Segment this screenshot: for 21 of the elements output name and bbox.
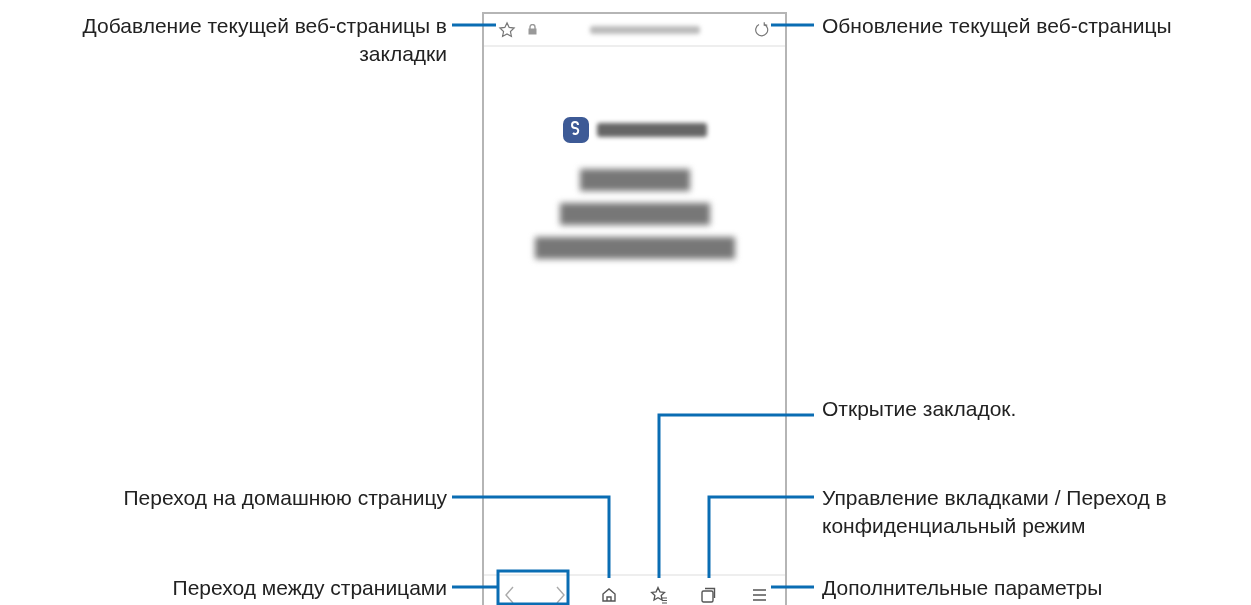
leader-line xyxy=(771,585,814,589)
refresh-icon[interactable] xyxy=(753,20,771,39)
leader-line xyxy=(452,23,496,27)
callout-label: Открытие закладок. xyxy=(822,396,1018,422)
callout-label: Добавление текущей веб-страницы в закладки xyxy=(81,13,447,67)
leader-line xyxy=(452,585,497,589)
callout-label: Переход между страницами xyxy=(171,575,447,601)
forward-icon[interactable] xyxy=(555,586,565,604)
leader-line xyxy=(771,23,814,27)
bookmarks-icon[interactable] xyxy=(650,586,668,604)
callout-label: Обновление текущей веб-страницы xyxy=(822,13,1173,39)
lock-icon xyxy=(528,24,537,35)
app-logo-icon xyxy=(562,117,589,143)
home-icon[interactable] xyxy=(601,587,617,603)
callout-label: Дополнительные параметры xyxy=(822,575,1104,601)
star-icon[interactable] xyxy=(498,20,516,39)
callout-label: Управление вкладками / Переход в конфиденциальный режим xyxy=(822,485,1168,539)
tabs-icon[interactable] xyxy=(701,587,717,603)
back-icon[interactable] xyxy=(505,586,515,604)
callout-label: Переход на домашнюю страницу xyxy=(122,485,447,511)
menu-icon[interactable] xyxy=(753,589,766,601)
